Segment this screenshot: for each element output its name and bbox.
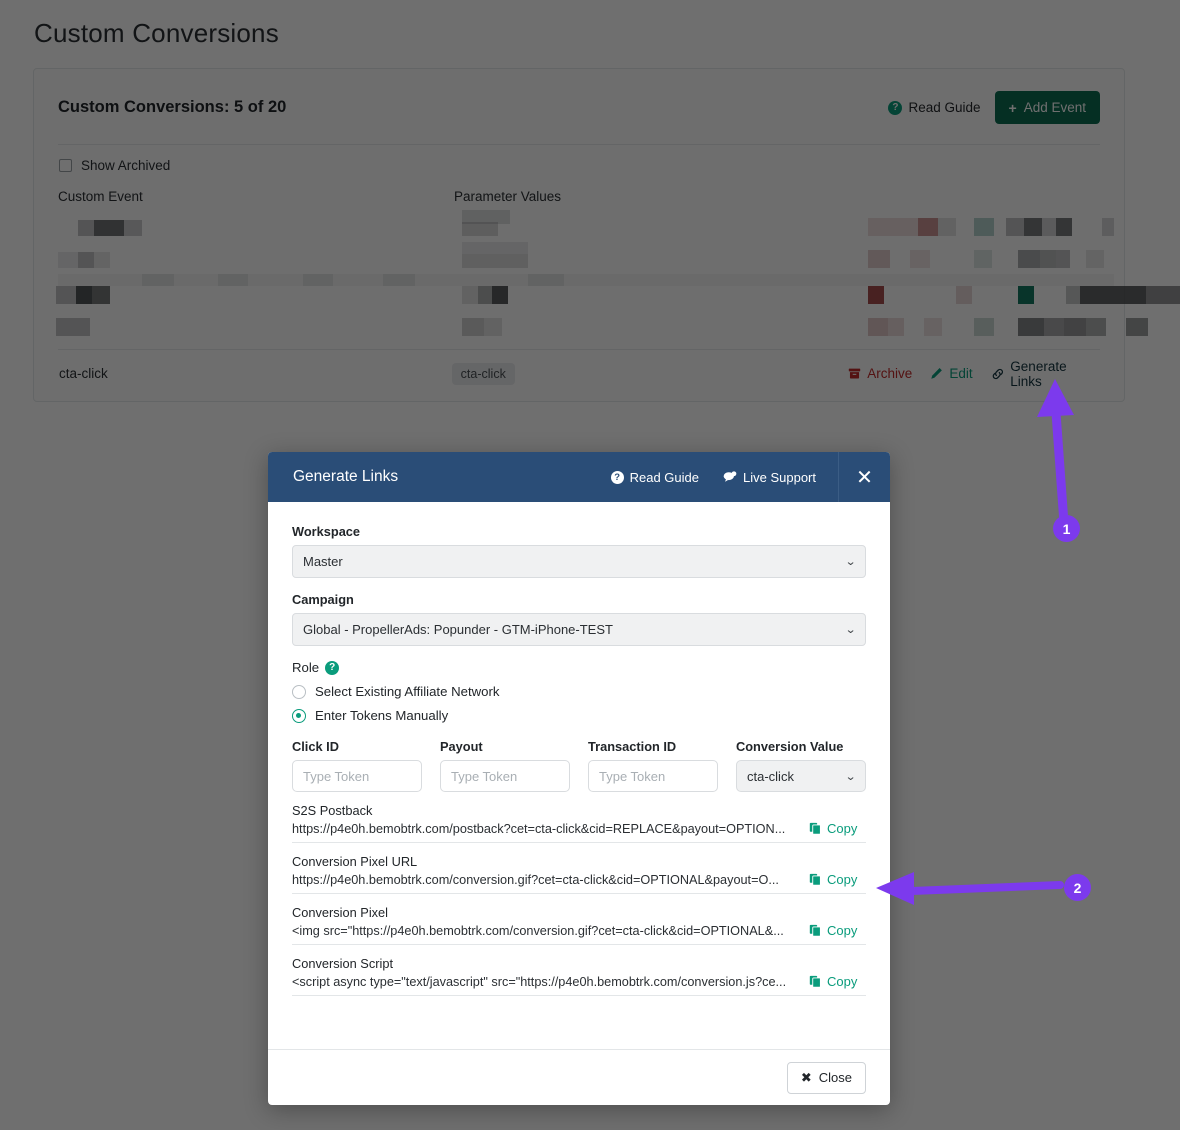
conversion-pixel-url-group: Conversion Pixel URL https://p4e0h.bemob… <box>292 854 866 894</box>
radio-selected[interactable] <box>292 708 306 723</box>
conversion-value-value: cta-click <box>747 768 794 784</box>
conversion-pixel-label: Conversion Pixel <box>292 905 389 920</box>
copy-icon <box>809 924 821 937</box>
click-id-field: Click ID <box>292 739 422 792</box>
annotation-arrow-2 <box>876 872 1064 905</box>
copy-label: Copy <box>827 821 858 836</box>
payout-field: Payout <box>440 739 570 792</box>
workspace-select[interactable]: Master ⌄ <box>292 545 866 578</box>
campaign-value: Global - PropellerAds: Popunder - GTM-iP… <box>303 622 613 637</box>
generate-links-modal: Generate Links ? Read Guide Live Support… <box>268 452 890 1105</box>
radio-unselected[interactable] <box>292 684 306 699</box>
s2s-postback-label: S2S Postback <box>292 803 373 818</box>
transaction-id-field: Transaction ID <box>588 739 718 792</box>
copy-label: Copy <box>827 872 858 887</box>
conversion-script-group: Conversion Script <script async type="te… <box>292 956 866 996</box>
copy-icon <box>809 873 821 886</box>
copy-s2s-postback-button[interactable]: Copy <box>809 821 857 836</box>
conversion-value-select[interactable]: cta-click ⌄ <box>736 760 866 792</box>
role-option-label: Enter Tokens Manually <box>315 708 449 723</box>
close-button-label: Close <box>818 1070 852 1085</box>
conversion-value-field: Conversion Value cta-click ⌄ <box>736 739 866 792</box>
click-id-input[interactable] <box>292 760 422 792</box>
question-mark-icon: ? <box>610 470 624 484</box>
campaign-field: Campaign Global - PropellerAds: Popunder… <box>292 592 866 646</box>
copy-label: Copy <box>827 923 858 938</box>
chevron-down-icon: ⌄ <box>844 770 857 783</box>
campaign-select[interactable]: Global - PropellerAds: Popunder - GTM-iP… <box>292 613 866 646</box>
modal-title: Generate Links <box>293 468 399 485</box>
conversion-script-label: Conversion Script <box>292 956 393 971</box>
live-support-link[interactable]: Live Support <box>723 470 816 485</box>
close-x-icon: ✖ <box>800 1069 812 1085</box>
annotation-arrow-1 <box>1037 379 1074 528</box>
conversion-value-label: Conversion Value <box>736 739 844 754</box>
transaction-id-label: Transaction ID <box>588 739 677 754</box>
copy-icon <box>809 822 821 835</box>
question-mark-icon: ? <box>325 660 340 675</box>
s2s-postback-group: S2S Postback https://p4e0h.bemobtrk.com/… <box>292 803 866 843</box>
copy-conversion-pixel-button[interactable]: Copy <box>809 923 857 938</box>
copy-label: Copy <box>827 974 858 989</box>
annotation-badge-1: 1 <box>1053 515 1080 542</box>
role-label: Role ? <box>292 660 866 675</box>
modal-body: Workspace Master ⌄ Campaign Global - Pro… <box>268 502 890 1049</box>
role-option-label: Select Existing Affiliate Network <box>315 684 500 699</box>
conversion-pixel-url-value: https://p4e0h.bemobtrk.com/conversion.gi… <box>292 872 779 887</box>
conversion-pixel-url-label: Conversion Pixel URL <box>292 854 418 869</box>
role-option-enter-tokens[interactable]: Enter Tokens Manually <box>292 708 866 723</box>
workspace-value: Master <box>303 554 343 569</box>
workspace-label: Workspace <box>292 524 361 539</box>
conversion-script-row: <script async type="text/javascript" src… <box>292 974 866 996</box>
conversion-pixel-url-row: https://p4e0h.bemobtrk.com/conversion.gi… <box>292 872 866 894</box>
copy-conversion-script-button[interactable]: Copy <box>809 974 857 989</box>
s2s-postback-row: https://p4e0h.bemobtrk.com/postback?cet=… <box>292 821 866 843</box>
transaction-id-input[interactable] <box>588 760 718 792</box>
chevron-down-icon: ⌄ <box>844 624 857 636</box>
workspace-field: Workspace Master ⌄ <box>292 524 866 578</box>
close-button[interactable]: ✖ Close <box>786 1061 866 1094</box>
click-id-label: Click ID <box>292 739 339 754</box>
conversion-pixel-row: <img src="https://p4e0h.bemobtrk.com/con… <box>292 923 866 945</box>
campaign-label: Campaign <box>292 592 354 607</box>
conversion-pixel-value: <img src="https://p4e0h.bemobtrk.com/con… <box>292 923 784 938</box>
tokens-row: Click ID Payout Transaction ID Conversio… <box>292 739 866 792</box>
role-label-text: Role <box>292 660 320 675</box>
copy-icon <box>809 975 821 988</box>
payout-label: Payout <box>440 739 483 754</box>
payout-input[interactable] <box>440 760 570 792</box>
modal-read-guide-label: Read Guide <box>629 469 699 485</box>
modal-header: Generate Links ? Read Guide Live Support… <box>268 452 890 502</box>
modal-footer: ✖ Close <box>268 1049 890 1105</box>
modal-read-guide-link[interactable]: ? Read Guide <box>610 469 699 485</box>
chat-bubble-icon <box>723 471 737 482</box>
role-field: Role ? Select Existing Affiliate Network… <box>292 660 866 723</box>
close-icon[interactable]: ✕ <box>838 452 890 502</box>
conversion-script-value: <script async type="text/javascript" src… <box>292 974 787 989</box>
conversion-pixel-group: Conversion Pixel <img src="https://p4e0h… <box>292 905 866 945</box>
modal-header-links: ? Read Guide Live Support <box>610 469 816 485</box>
chevron-down-icon: ⌄ <box>844 556 857 568</box>
annotation-badge-2: 2 <box>1064 874 1091 901</box>
role-option-affiliate-network[interactable]: Select Existing Affiliate Network <box>292 684 866 699</box>
live-support-label: Live Support <box>743 469 816 485</box>
s2s-postback-value: https://p4e0h.bemobtrk.com/postback?cet=… <box>292 821 786 836</box>
copy-conversion-pixel-url-button[interactable]: Copy <box>809 872 857 887</box>
